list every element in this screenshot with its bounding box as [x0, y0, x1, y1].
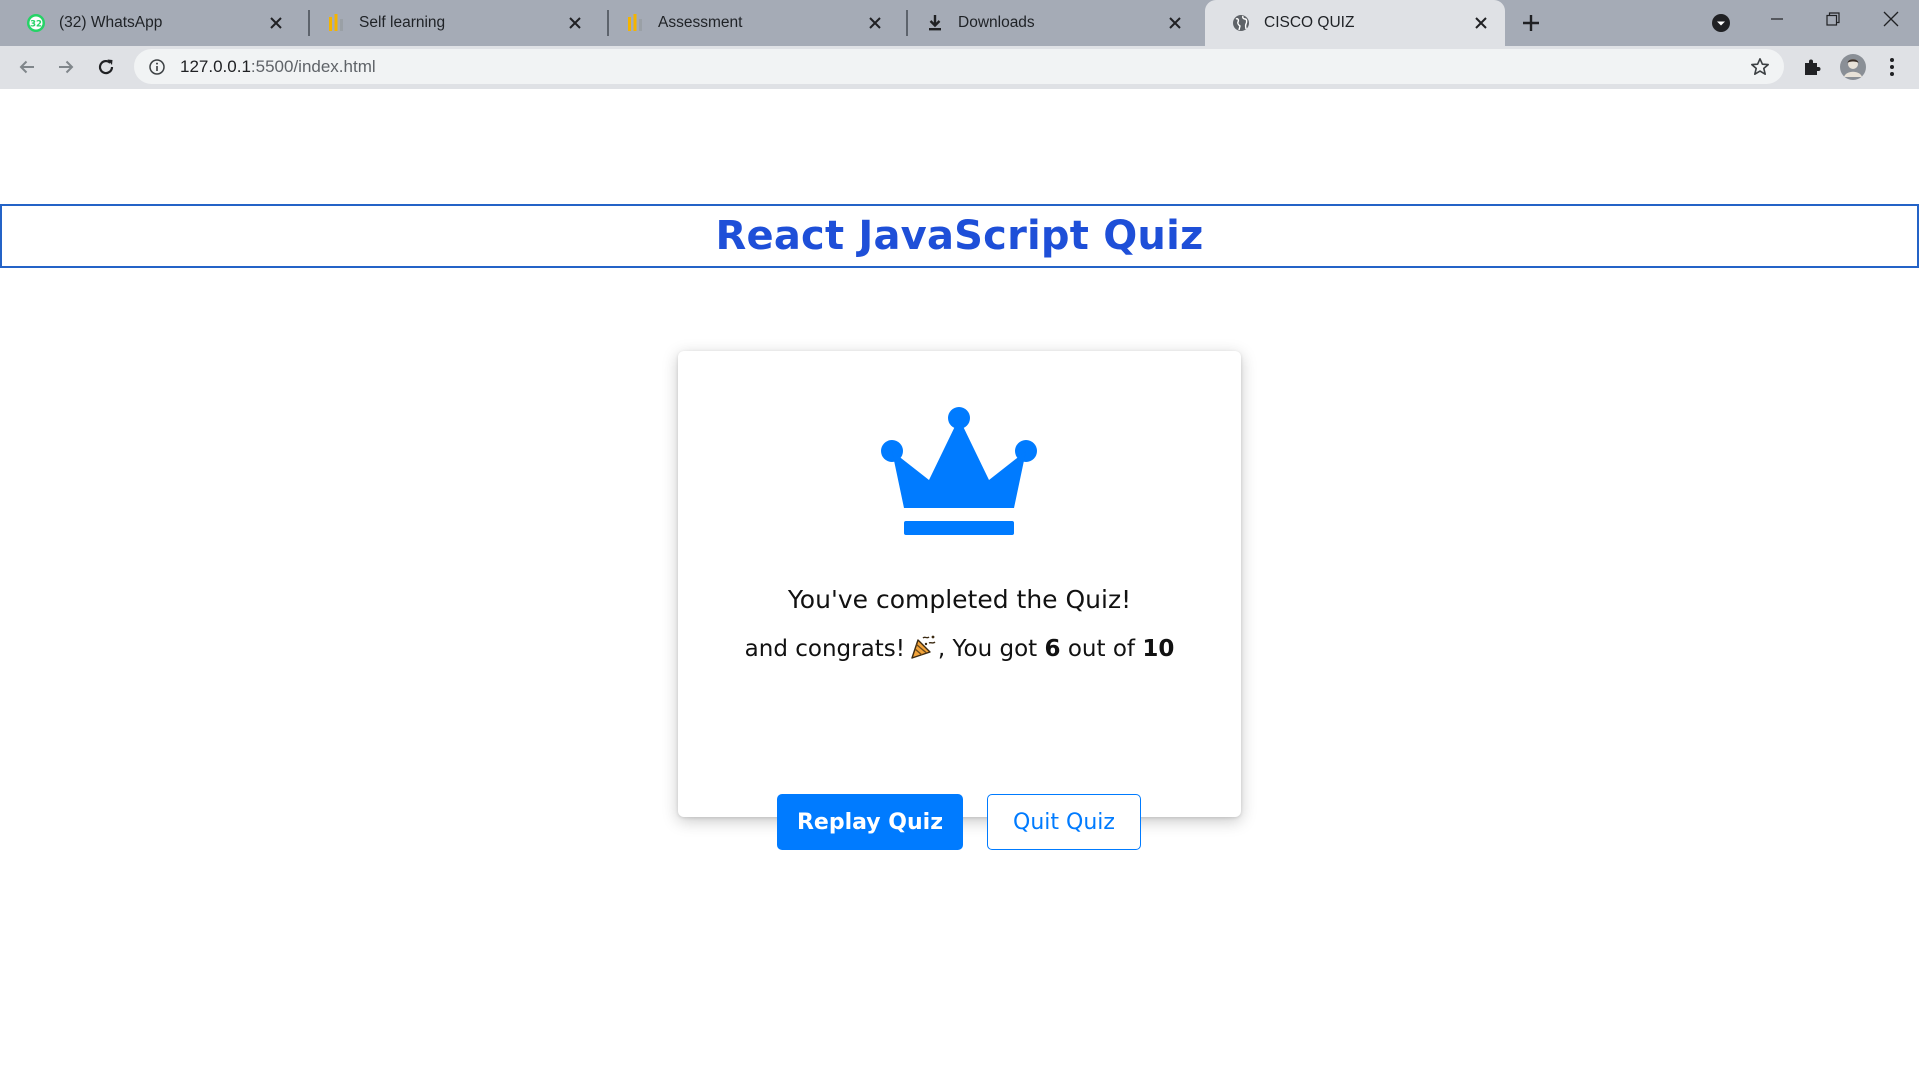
tab-self-learning[interactable]: Self learning: [300, 0, 599, 46]
browser-tabstrip: 32 (32) WhatsApp Self learning Assessmen…: [0, 0, 1919, 46]
close-icon[interactable]: [1165, 13, 1185, 33]
restore-icon: [1826, 12, 1840, 26]
close-icon[interactable]: [565, 13, 585, 33]
star-icon[interactable]: [1750, 57, 1770, 77]
replay-quiz-button[interactable]: Replay Quiz: [777, 794, 963, 850]
score-value: 6: [1044, 636, 1061, 662]
url-path: :5500/index.html: [250, 56, 376, 76]
profile-avatar[interactable]: [1838, 52, 1868, 82]
tab-assessment[interactable]: Assessment: [599, 0, 899, 46]
globe-icon: [1231, 13, 1251, 33]
plus-icon: [1523, 15, 1539, 31]
menu-button[interactable]: [1879, 54, 1905, 80]
chevron-down-circle-icon: [1712, 14, 1730, 32]
whatsapp-icon: 32: [26, 13, 46, 33]
out-of-text: out of: [1067, 636, 1135, 662]
close-window-button[interactable]: [1876, 6, 1906, 32]
bars-logo-icon: [625, 13, 645, 33]
close-icon[interactable]: [1471, 13, 1491, 33]
url-host: 127.0.0.1: [180, 56, 251, 76]
close-icon[interactable]: [865, 13, 885, 33]
puzzle-icon: [1805, 59, 1821, 75]
reload-button[interactable]: [93, 54, 119, 80]
close-icon: [1883, 11, 1899, 27]
browser-toolbar: 127.0.0.1:5500/index.html: [0, 46, 1919, 89]
tab-downloads[interactable]: Downloads: [899, 0, 1199, 46]
tab-title: CISCO QUIZ: [1264, 14, 1355, 31]
tab-cisco-quiz[interactable]: CISCO QUIZ: [1205, 0, 1505, 46]
arrow-right-icon: [59, 60, 74, 74]
tab-title: (32) WhatsApp: [59, 14, 163, 31]
new-tab-button[interactable]: [1518, 10, 1544, 36]
close-icon[interactable]: [266, 13, 286, 33]
kebab-menu-icon: [1890, 58, 1894, 76]
tab-whatsapp[interactable]: 32 (32) WhatsApp: [0, 0, 300, 46]
score-message: and congrats! , You got 6 out of 10: [678, 634, 1241, 662]
url-text: 127.0.0.1:5500/index.html: [180, 57, 376, 77]
extensions-button[interactable]: [1799, 54, 1825, 80]
minimize-button[interactable]: [1762, 6, 1792, 32]
bars-logo-icon: [326, 13, 346, 33]
avatar-icon: [1840, 54, 1866, 80]
completed-message: You've completed the Quiz!: [787, 585, 1132, 614]
svg-text:32: 32: [30, 20, 42, 30]
address-bar[interactable]: 127.0.0.1:5500/index.html: [134, 49, 1784, 84]
back-button[interactable]: [14, 54, 40, 80]
result-card: You've completed the Quiz! and congrats!…: [678, 351, 1241, 850]
congrats-text: and congrats!: [744, 636, 905, 662]
party-popper-icon: [909, 634, 937, 660]
arrow-left-icon: [19, 60, 34, 74]
total-value: 10: [1142, 636, 1175, 662]
restore-button[interactable]: [1818, 6, 1848, 32]
forward-button[interactable]: [53, 54, 79, 80]
tab-title: Self learning: [359, 14, 446, 31]
minimize-icon: [1771, 18, 1783, 20]
quit-quiz-button[interactable]: Quit Quiz: [987, 794, 1141, 850]
download-icon: [925, 13, 945, 33]
quiz-header: React JavaScript Quiz: [0, 204, 1919, 268]
tab-title: Downloads: [958, 14, 1035, 31]
tab-search-button[interactable]: [1708, 10, 1734, 36]
got-text: , You got: [937, 636, 1038, 662]
info-icon[interactable]: [149, 58, 165, 75]
page-content: React JavaScript Quiz You've completed t…: [0, 89, 1919, 1080]
tab-title: Assessment: [658, 14, 743, 31]
page-title: React JavaScript Quiz: [715, 213, 1204, 259]
reload-icon: [98, 59, 114, 75]
crown-icon: [881, 407, 1037, 535]
